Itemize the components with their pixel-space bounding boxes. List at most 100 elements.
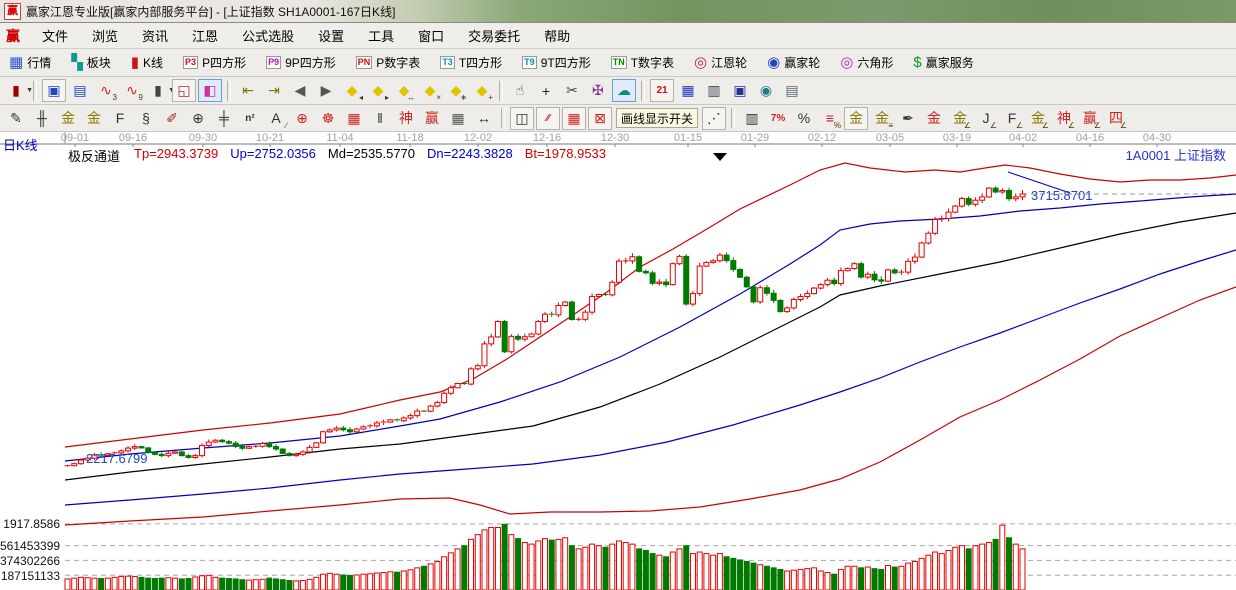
- angle-j-icon[interactable]: J ∠: [974, 107, 998, 130]
- quotes-button[interactable]: ▦ 行情: [6, 52, 54, 73]
- smart-analysis-icon[interactable]: ☁: [612, 79, 636, 102]
- angle-a-icon[interactable]: A ∕: [264, 107, 288, 130]
- diamond-left-icon[interactable]: ◆ ◂: [340, 79, 364, 102]
- menu-item-2[interactable]: 浏览: [80, 23, 130, 48]
- percent-lines-icon[interactable]: ≡%: [818, 107, 842, 130]
- winner-service-button[interactable]: $ 赢家服务: [910, 52, 976, 73]
- diamond-cross-icon[interactable]: ◆ +: [470, 79, 494, 102]
- save-web-icon[interactable]: ◉: [754, 79, 778, 102]
- tick-marks-icon[interactable]: ‖: [368, 107, 392, 130]
- spiral-tool-icon[interactable]: §: [134, 107, 158, 130]
- brush-tool-icon[interactable]: ✐: [160, 107, 184, 130]
- last-bar-icon[interactable]: ⇥: [262, 79, 286, 102]
- prev-bar-icon[interactable]: ◀: [288, 79, 312, 102]
- angle-f-icon[interactable]: F ∠: [1000, 107, 1024, 130]
- channel-line-Bt: [64, 286, 1236, 526]
- shen-grid-icon[interactable]: 神: [394, 107, 418, 130]
- red-grid-icon[interactable]: ▦: [342, 107, 366, 130]
- menu-item-9[interactable]: 交易委托: [456, 23, 532, 48]
- window-mode-icon[interactable]: ◱: [172, 79, 196, 102]
- menu-item-10[interactable]: 帮助: [532, 23, 582, 48]
- p-square-button-icon: P3: [183, 56, 199, 69]
- n-square-icon[interactable]: n²: [238, 107, 262, 130]
- 9t-square-button[interactable]: T9 9T四方形: [519, 52, 594, 73]
- ink-pen-icon[interactable]: ✒: [896, 107, 920, 130]
- menu-item-1[interactable]: 文件: [30, 23, 80, 48]
- t-number-table-button[interactable]: TN T数字表: [608, 52, 677, 73]
- first-bar-icon[interactable]: ⇤: [236, 79, 260, 102]
- ying-grid-icon[interactable]: 赢: [420, 107, 444, 130]
- diamond-expand-icon[interactable]: ◆ ↔: [392, 79, 416, 102]
- cross-window-icon[interactable]: ⊠: [588, 106, 612, 130]
- p-square-button[interactable]: P3 P四方形: [180, 52, 249, 73]
- kline-period-day-dropdown[interactable]: ▮ ▼: [4, 79, 33, 102]
- gold-band-icon[interactable]: 金: [922, 107, 946, 130]
- gann-gold-grid2-icon[interactable]: 金: [82, 107, 106, 130]
- gann-gold-grid-icon[interactable]: 金: [56, 107, 80, 130]
- kline-button[interactable]: ▮ K线: [128, 52, 166, 73]
- cut-tool-icon[interactable]: ✂: [560, 79, 584, 102]
- indicator-param-1: Tp=2943.3739: [134, 146, 219, 161]
- menu-item-4[interactable]: 江恩: [180, 23, 230, 48]
- line-display-toggle[interactable]: 画线显示开关: [616, 108, 699, 128]
- hexagon-button[interactable]: ◎ 六角形: [837, 52, 896, 73]
- diamond-compress-icon[interactable]: ◆ ×: [418, 79, 442, 102]
- red-window-icon[interactable]: ▦: [562, 106, 586, 130]
- grid-123-icon[interactable]: ▦: [446, 107, 470, 130]
- 9p-square-button[interactable]: P9 9P四方形: [263, 52, 339, 73]
- circle-cross-icon[interactable]: ⊕: [290, 107, 314, 130]
- kline-period-label[interactable]: 日K线: [3, 135, 38, 154]
- gann-f-grid-icon[interactable]: F: [108, 107, 132, 130]
- calendar-icon[interactable]: 21: [650, 79, 674, 102]
- angle-gold-icon[interactable]: 金 ∠: [948, 107, 972, 130]
- bar-stats-icon[interactable]: ▥: [740, 107, 764, 130]
- fan-lines-icon[interactable]: ∕∕: [536, 106, 560, 130]
- menu-item-3[interactable]: 资讯: [130, 23, 180, 48]
- percent7-icon[interactable]: 7%: [766, 107, 790, 130]
- t-square-button[interactable]: T3 T四方形: [437, 52, 505, 73]
- angle-shen-icon[interactable]: 神 ∠: [1052, 107, 1076, 130]
- pan-hand-icon[interactable]: ☝: [508, 79, 532, 102]
- menu-item-5[interactable]: 公式选股: [230, 23, 306, 48]
- web-tool-icon[interactable]: ☸: [316, 107, 340, 130]
- menu-item-6[interactable]: 设置: [306, 23, 356, 48]
- p-number-table-button[interactable]: PN P数字表: [353, 52, 424, 73]
- colored-volume-icon[interactable]: ◧: [198, 79, 222, 102]
- winner-wheel-button[interactable]: ◉ 赢家轮: [764, 52, 823, 73]
- diamond-star-icon[interactable]: ◆ ∗: [444, 79, 468, 102]
- menu-item-8[interactable]: 窗口: [406, 23, 456, 48]
- circle-grid-icon[interactable]: ⊕: [186, 107, 210, 130]
- sectors-button[interactable]: ▚ 板块: [68, 52, 114, 73]
- crosshair-icon[interactable]: +: [534, 79, 558, 102]
- last-price-label: 3715.8701: [1031, 188, 1093, 203]
- grid-tool-icon[interactable]: ╫: [30, 107, 54, 130]
- menu-item-7[interactable]: 工具: [356, 23, 406, 48]
- percent-icon[interactable]: %: [792, 107, 816, 130]
- angle-gold2-icon[interactable]: 金 ∠: [1026, 107, 1050, 130]
- ma9-icon[interactable]: ∿ 9: [120, 79, 144, 102]
- calculator-icon[interactable]: ▦: [676, 79, 700, 102]
- hspan-arrows-icon[interactable]: ↔: [472, 107, 496, 130]
- gold-lines-icon[interactable]: 金 ≡: [870, 107, 894, 130]
- pin-frame-icon[interactable]: ◫: [510, 106, 534, 130]
- volume-axis-label-3: 187151133: [0, 569, 60, 583]
- angle-si-icon[interactable]: 四 ∠: [1104, 107, 1128, 130]
- next-bar-icon[interactable]: ▶: [314, 79, 338, 102]
- gold-circle-icon[interactable]: 金: [844, 106, 869, 130]
- mark-tool-icon[interactable]: ✠: [586, 79, 610, 102]
- angle-ying-icon[interactable]: 赢 ∠: [1078, 107, 1102, 130]
- diamond-right-icon[interactable]: ◆ ▸: [366, 79, 390, 102]
- stock-info-icon[interactable]: ▤: [68, 79, 92, 102]
- zoom-area-icon[interactable]: ▣: [42, 79, 66, 102]
- report-list-icon[interactable]: ▥: [702, 79, 726, 102]
- candle-style-dropdown[interactable]: ▮▼: [146, 79, 175, 102]
- ma3-icon[interactable]: ∿ 3: [94, 79, 118, 102]
- chart-area[interactable]: 09-01 09-16 09-30 10-21 11-04 11-18 12-02 12-16…: [0, 132, 1236, 590]
- gann-wheel-button[interactable]: ◎ 江恩轮: [691, 52, 750, 73]
- pen-tool-icon[interactable]: ✎: [4, 107, 28, 130]
- export-pc-icon[interactable]: ▤: [780, 79, 804, 102]
- date-tick-label: 03-19: [943, 132, 971, 144]
- slant-lines-icon[interactable]: ⋰: [702, 106, 727, 130]
- save-data-icon[interactable]: ▣: [728, 79, 752, 102]
- hash-grid-icon[interactable]: ╪: [212, 107, 236, 130]
